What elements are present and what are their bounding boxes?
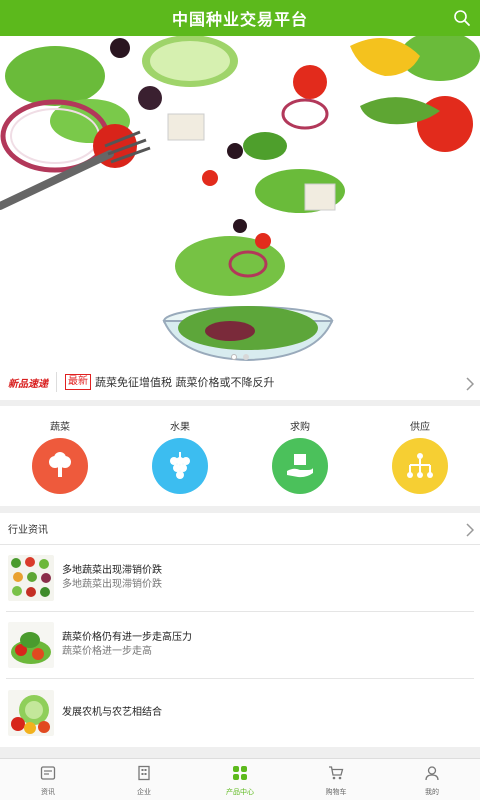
salad-bowl-banner: [0, 36, 480, 362]
carousel-dots[interactable]: [0, 354, 480, 360]
category-label: 水果: [170, 422, 190, 433]
cart-icon: [328, 765, 344, 785]
news-subtitle: 多地蔬菜出现滞销价跌: [62, 579, 162, 590]
news-title: 蔬菜价格仍有进一步走高压力: [62, 632, 192, 643]
news-item[interactable]: 多地蔬菜出现滞销价跌 多地蔬菜出现滞销价跌: [6, 545, 474, 612]
user-icon: [424, 765, 440, 785]
ticker-divider: [56, 372, 57, 392]
nav-label: 产品中心: [226, 788, 254, 796]
news-item[interactable]: 发展农机与农艺相结合: [6, 679, 474, 746]
org-chart-icon[interactable]: [392, 438, 448, 494]
nav-label: 我的: [425, 788, 439, 796]
app-root: 中国种业交易平台 新品速递 最新 蔬菜免征增值税 蔬菜价格或不降反升 蔬菜 水果…: [0, 0, 480, 800]
carousel-dot-active[interactable]: [231, 354, 237, 360]
vegetable-icon[interactable]: [32, 438, 88, 494]
news-title: 多地蔬菜出现滞销价跌: [62, 565, 162, 576]
industry-news-section: 行业资讯 多地蔬菜出现滞销价跌 多地蔬菜出现滞销价跌 蔬菜价格仍有进一步走高压力…: [0, 513, 480, 747]
app-header: 中国种业交易平台: [0, 0, 480, 36]
nav-item-company[interactable]: 企业: [96, 759, 192, 800]
bottom-nav: 资讯 企业 产品中心 购物车 我的: [0, 758, 480, 800]
category-vegetable[interactable]: 蔬菜: [0, 406, 120, 506]
nav-item-products[interactable]: 产品中心: [192, 759, 288, 800]
ticker-headline[interactable]: 蔬菜免征增值税 蔬菜价格或不降反升: [95, 374, 275, 390]
nav-label: 购物车: [325, 788, 347, 796]
category-fruit[interactable]: 水果: [120, 406, 240, 506]
search-icon[interactable]: [450, 6, 474, 30]
hand-box-icon[interactable]: [272, 438, 328, 494]
new-badge: 最新: [65, 374, 91, 390]
nav-label: 资讯: [41, 788, 55, 796]
category-supply[interactable]: 供应: [360, 406, 480, 506]
building-icon: [136, 765, 152, 785]
banner-carousel[interactable]: [0, 36, 480, 364]
chevron-right-icon[interactable]: [466, 522, 475, 541]
grape-icon[interactable]: [152, 438, 208, 494]
news-subtitle: 蔬菜价格进一步走高: [62, 646, 152, 657]
chevron-right-icon[interactable]: [466, 376, 475, 395]
news-item[interactable]: 蔬菜价格仍有进一步走高压力 蔬菜价格进一步走高: [6, 612, 474, 679]
category-label: 求购: [290, 422, 310, 433]
news-thumbnail: [8, 622, 54, 668]
section-title: 行业资讯: [8, 525, 48, 536]
industry-news-header[interactable]: 行业资讯: [0, 513, 480, 545]
nav-item-news[interactable]: 资讯: [0, 759, 96, 800]
nav-label: 企业: [137, 788, 151, 796]
category-label: 供应: [410, 422, 430, 433]
nav-item-me[interactable]: 我的: [384, 759, 480, 800]
ticker-brand-logo: 新品速递: [8, 378, 48, 390]
news-thumbnail: [8, 555, 54, 601]
page-title: 中国种业交易平台: [171, 10, 308, 29]
news-thumbnail: [8, 689, 54, 736]
news-icon: [40, 765, 56, 785]
news-ticker[interactable]: 新品速递 最新 蔬菜免征增值税 蔬菜价格或不降反升: [0, 364, 480, 400]
nav-item-cart[interactable]: 购物车: [288, 759, 384, 800]
news-title: 发展农机与农艺相结合: [62, 706, 162, 718]
category-grid: 蔬菜 水果 求购 供应: [0, 406, 480, 506]
category-purchase[interactable]: 求购: [240, 406, 360, 506]
category-label: 蔬菜: [50, 422, 70, 433]
carousel-dot[interactable]: [243, 354, 249, 360]
grid-icon: [232, 765, 248, 785]
